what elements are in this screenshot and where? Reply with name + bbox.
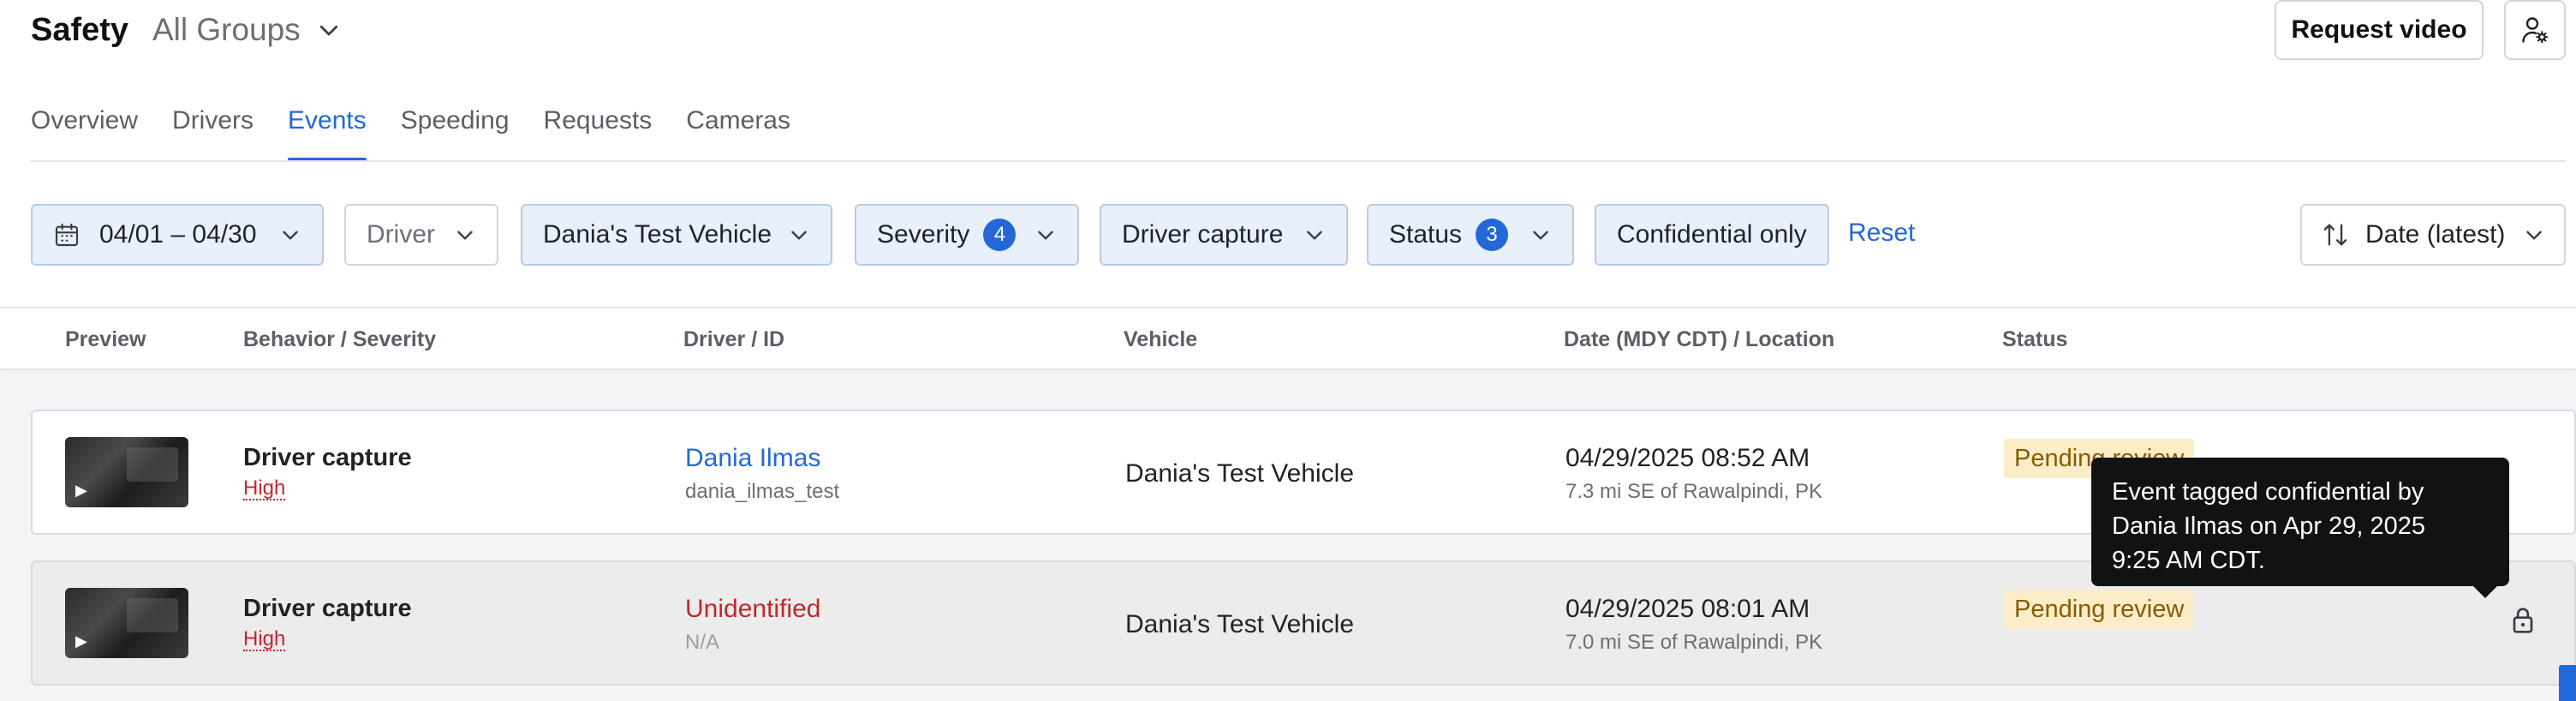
date-range-filter[interactable]: 04/01 – 04/30: [31, 204, 324, 266]
chevron-down-icon: [319, 25, 337, 36]
status-count-badge: 3: [1476, 219, 1509, 251]
tooltip-line: 9:25 AM CDT.: [2112, 547, 2265, 574]
driver-filter-label: Driver: [367, 220, 435, 249]
chevron-down-icon: [1038, 231, 1053, 240]
request-video-button[interactable]: Request video: [2275, 0, 2484, 60]
tab-overview[interactable]: Overview: [31, 101, 138, 161]
video-thumbnail[interactable]: ▶: [65, 588, 188, 658]
severity-filter-label: Severity: [877, 220, 970, 249]
severity-label: High: [243, 476, 286, 500]
sort-icon: [2323, 224, 2347, 246]
tab-requests[interactable]: Requests: [544, 101, 653, 161]
confidential-tooltip: Event tagged confidential by Dania Ilmas…: [2091, 458, 2509, 598]
driver-id: N/A: [685, 631, 720, 654]
driver-name-link[interactable]: Dania Ilmas: [685, 444, 820, 473]
reset-link[interactable]: Reset: [1848, 219, 1915, 248]
vehicle-name: Dania's Test Vehicle: [1125, 459, 1354, 488]
behavior-name: Driver capture: [243, 595, 412, 622]
tab-speeding[interactable]: Speeding: [401, 101, 510, 161]
tooltip-line: Event tagged confidential by: [2112, 478, 2424, 506]
play-icon: ▶: [75, 482, 87, 499]
top-bar: Safety All Groups Request video: [0, 0, 2576, 60]
chevron-down-icon: [1307, 231, 1322, 240]
vehicle-name: Dania's Test Vehicle: [1125, 610, 1354, 638]
column-header-behavior[interactable]: Behavior / Severity: [243, 327, 436, 352]
behavior-name: Driver capture: [243, 444, 412, 471]
tab-drivers[interactable]: Drivers: [172, 101, 253, 161]
play-icon: ▶: [75, 632, 87, 650]
chevron-down-icon: [283, 231, 298, 240]
calendar-icon: [55, 223, 79, 247]
user-settings-icon: [2522, 17, 2549, 44]
date-range-label: 04/01 – 04/30: [99, 220, 257, 249]
column-header-date[interactable]: Date (MDY CDT) / Location: [1564, 327, 1834, 352]
thumbnail-image: [127, 447, 178, 482]
group-select-label: All Groups: [152, 12, 301, 47]
chevron-down-icon: [791, 231, 807, 240]
tab-bar: Overview Drivers Events Speeding Request…: [31, 101, 825, 161]
tab-cameras[interactable]: Cameras: [686, 101, 790, 161]
column-header-status[interactable]: Status: [2002, 327, 2067, 352]
event-location: 7.3 mi SE of Rawalpindi, PK: [1565, 480, 1823, 503]
vehicle-filter[interactable]: Dania's Test Vehicle: [521, 204, 832, 266]
confidential-only-toggle[interactable]: Confidential only: [1595, 204, 1829, 266]
sort-label: Date (latest): [2365, 220, 2506, 249]
video-thumbnail[interactable]: ▶: [65, 437, 188, 507]
column-header-preview: Preview: [65, 327, 146, 351]
tabs-divider: [31, 160, 2566, 162]
severity-count-badge: 4: [983, 219, 1017, 251]
status-badge: Pending review: [2004, 590, 2195, 629]
status-filter[interactable]: Status 3: [1367, 204, 1574, 266]
event-date: 04/29/2025 08:01 AM: [1565, 595, 1810, 623]
column-header-vehicle[interactable]: Vehicle: [1124, 327, 1197, 352]
user-settings-button[interactable]: [2504, 0, 2566, 60]
status-filter-label: Status: [1389, 220, 1463, 249]
driver-id: dania_ilmas_test: [685, 480, 840, 503]
column-header-driver[interactable]: Driver / ID: [683, 327, 784, 352]
confidential-lock-button[interactable]: [2506, 603, 2540, 638]
tooltip-line: Dania Ilmas on Apr 29, 2025: [2112, 512, 2425, 540]
behavior-filter-label: Driver capture: [1122, 220, 1284, 249]
chevron-down-icon: [2526, 231, 2542, 240]
confidential-only-label: Confidential only: [1617, 220, 1807, 249]
event-location: 7.0 mi SE of Rawalpindi, PK: [1565, 631, 1823, 654]
chevron-down-icon: [457, 231, 473, 240]
driver-name-unidentified: Unidentified: [685, 595, 821, 623]
severity-label: High: [243, 627, 286, 651]
group-select[interactable]: All Groups: [152, 12, 342, 48]
severity-filter[interactable]: Severity 4: [855, 204, 1079, 266]
event-date: 04/29/2025 08:52 AM: [1565, 444, 1810, 472]
tab-events[interactable]: Events: [288, 101, 367, 161]
scroll-indicator[interactable]: [2559, 665, 2576, 701]
behavior-filter[interactable]: Driver capture: [1100, 204, 1348, 266]
chevron-down-icon: [1533, 231, 1548, 240]
driver-filter[interactable]: Driver: [344, 204, 498, 266]
vehicle-filter-label: Dania's Test Vehicle: [543, 220, 772, 249]
thumbnail-image: [127, 598, 178, 632]
sort-select[interactable]: Date (latest): [2300, 204, 2566, 266]
table-header: Preview Behavior / Severity Driver / ID …: [0, 307, 2576, 370]
page-title: Safety: [31, 12, 129, 48]
lock-icon: [2513, 608, 2533, 633]
